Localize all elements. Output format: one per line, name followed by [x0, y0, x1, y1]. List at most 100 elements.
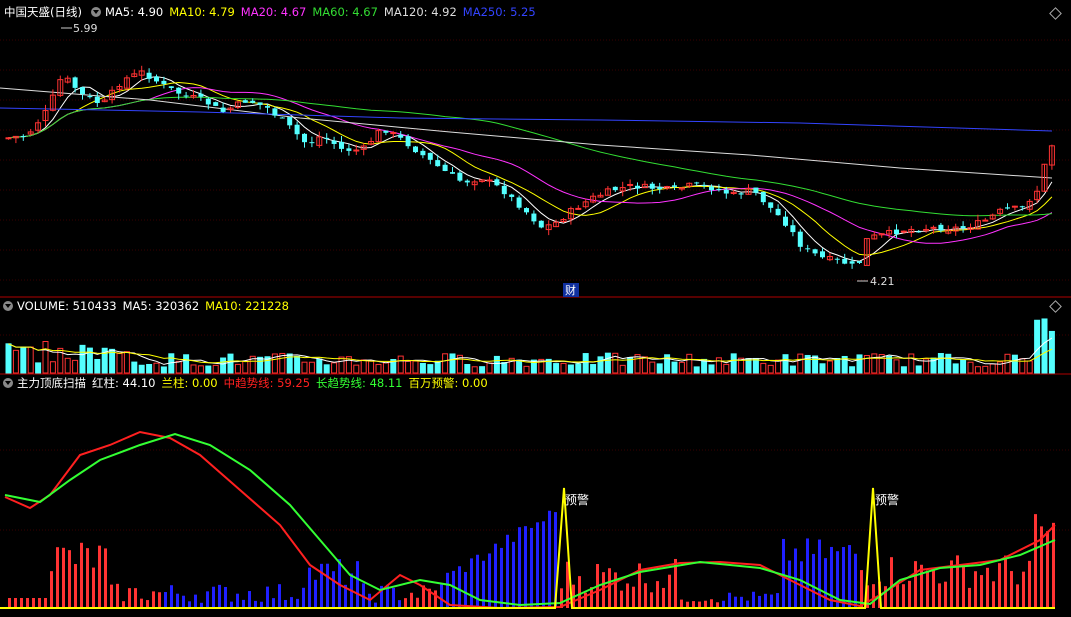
price-candle — [20, 135, 26, 137]
price-candle — [916, 231, 922, 233]
price-candle — [413, 146, 418, 153]
indicator-bar — [146, 600, 149, 608]
volume-bar — [752, 357, 759, 374]
indicator-bar — [818, 539, 821, 608]
volume-bar — [708, 364, 715, 374]
volume-bar — [183, 354, 190, 374]
indicator-bar — [242, 599, 245, 608]
volume-bar — [812, 355, 819, 374]
indicator-bar — [908, 580, 911, 608]
indicator-bar — [680, 599, 683, 608]
indicator-bar — [314, 579, 317, 608]
indicator-bar — [368, 593, 371, 608]
indicator-bar — [356, 561, 359, 608]
indicator-bar — [662, 587, 665, 608]
finance-marker: 财 — [565, 283, 576, 297]
price-legend: 中国天盛(日线) MA5: 4.90 MA10: 4.79 MA20: 4.67 MA6… — [0, 4, 542, 20]
price-candle — [894, 229, 899, 235]
price-candle — [353, 149, 360, 152]
price-candle — [198, 93, 204, 97]
price-candle — [494, 179, 500, 186]
price-candle — [87, 96, 93, 98]
indicator-bar — [86, 548, 89, 608]
volume-bar — [856, 354, 863, 374]
volume-bar — [960, 359, 967, 374]
price-candle — [5, 137, 12, 140]
indicator-bar — [416, 597, 419, 608]
volume-bar — [35, 362, 42, 374]
indicator-bar — [266, 586, 269, 608]
indicator-bar — [830, 546, 833, 608]
price-candle — [760, 191, 766, 203]
indicator-bar — [392, 587, 395, 608]
indicator-bar — [32, 598, 35, 608]
volume-dropdown-icon[interactable] — [3, 301, 13, 311]
indicator-bar — [188, 601, 191, 608]
blue-bar-label: 兰柱: 0.00 — [161, 376, 218, 390]
indicator-bar — [530, 527, 533, 608]
indicator-bar — [992, 581, 995, 608]
volume-bar — [323, 364, 330, 374]
dropdown-icon[interactable] — [90, 7, 101, 17]
indicator-bar — [824, 558, 827, 608]
indicator-bar — [518, 527, 521, 608]
price-candle — [930, 226, 937, 229]
price-candle — [346, 148, 352, 151]
price-candle — [790, 225, 796, 233]
price-candle — [982, 219, 989, 222]
volume-bar — [937, 353, 944, 374]
indicator-bar — [494, 543, 497, 608]
price-candle — [960, 226, 966, 229]
volume-bar — [449, 353, 456, 374]
price-candle — [265, 106, 270, 108]
indicator-dropdown-icon[interactable] — [3, 378, 13, 388]
price-candle — [176, 87, 182, 94]
price-candle — [509, 194, 515, 197]
indicator-bar — [650, 592, 653, 608]
price-candle — [1011, 205, 1018, 208]
volume-bar — [479, 366, 486, 374]
volume-bar — [834, 357, 841, 374]
indicator-bar — [620, 590, 623, 608]
indicator-bar — [758, 595, 761, 608]
volume-bar — [575, 363, 582, 374]
indicator-bar — [224, 586, 227, 608]
indicator-bar — [104, 548, 107, 608]
stock-name: 中国天盛(日线) — [4, 5, 82, 19]
indicator-bar — [986, 567, 989, 608]
volume-legend: VOLUME: 510433 MA5: 320362 MA10: 221228 — [0, 298, 295, 314]
price-candle — [442, 164, 448, 171]
indicator-bar — [962, 564, 965, 608]
volume-bar — [1034, 319, 1041, 374]
indicator-bar — [410, 592, 413, 608]
indicator-bar — [914, 561, 917, 608]
price-candle — [279, 117, 285, 119]
volume-bar — [501, 362, 508, 374]
indicator-bar — [14, 598, 17, 608]
price-candle — [723, 189, 729, 194]
ma250-label: MA250: 5.25 — [462, 5, 536, 19]
indicator-bar — [284, 599, 287, 608]
volume-bar — [582, 353, 589, 374]
indicator-title: 主力顶底扫描 — [17, 376, 86, 390]
volume-bar — [693, 366, 700, 374]
indicator-bar — [398, 600, 401, 608]
price-candle — [302, 133, 307, 143]
price-candle — [612, 186, 618, 191]
indicator-bar — [50, 571, 53, 608]
volume-bar — [952, 363, 959, 374]
indicator-bar — [1004, 555, 1007, 608]
indicator-bar — [236, 593, 239, 608]
price-candle — [250, 100, 256, 103]
price-candle — [672, 185, 677, 187]
volume-bar — [915, 365, 922, 374]
volume-bar — [590, 364, 597, 374]
ma20-label: MA20: 4.67 — [240, 5, 307, 19]
ma5-label: MA5: 4.90 — [104, 5, 164, 19]
indicator-bar — [332, 571, 335, 608]
indicator-bar — [806, 538, 809, 608]
volume-bar — [20, 346, 27, 374]
indicator-bar — [1022, 571, 1025, 608]
price-candle — [257, 102, 263, 105]
indicator-bar — [998, 563, 1001, 608]
